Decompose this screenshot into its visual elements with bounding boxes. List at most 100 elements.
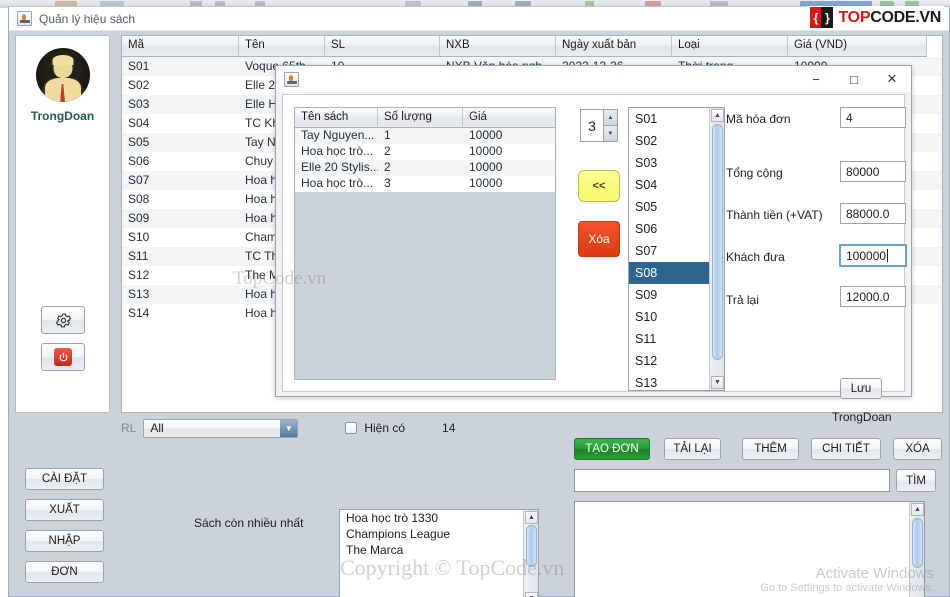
settings-button[interactable]	[41, 306, 85, 334]
cart-row[interactable]: Tay Nguyen... 1 10000	[295, 128, 555, 144]
cell-ma: S10	[128, 230, 150, 244]
scroll-up-icon[interactable]: ▲	[911, 503, 924, 516]
col-loai: Loại	[672, 36, 788, 57]
create-order-button[interactable]: TẠO ĐƠN	[574, 438, 650, 460]
most-books-scrollbar[interactable]: ▲ ▼	[523, 510, 538, 597]
detail-button[interactable]: CHI TIẾT	[811, 438, 881, 460]
reload-button[interactable]: TẢI LẠI	[664, 438, 721, 460]
screen: Quản lý hiệu sách TrongDoan Mã Tên SL NX…	[0, 0, 950, 597]
change-field[interactable]: 12000.0	[840, 286, 906, 307]
cell-ten-sach: Tay Nguyen...	[301, 128, 375, 142]
cell-gia: 10000	[469, 144, 503, 158]
col-nxb: NXB	[440, 36, 556, 57]
scroll-down-icon[interactable]: ▼	[711, 376, 724, 389]
search-button[interactable]: TÌM	[896, 469, 936, 492]
cell-ma: S09	[128, 211, 150, 225]
most-books-label: Sách còn nhiều nhất	[194, 516, 304, 530]
invoice-dialog-panel: Tên sách Số lượng Giá Tay Nguyen... 1 10…	[282, 94, 907, 424]
cell-ma: S01	[128, 59, 150, 73]
gear-icon	[55, 313, 71, 327]
most-books-list[interactable]: Hoa học trò 1330 Champions League The Ma…	[339, 509, 539, 597]
col-so-luong: Số lượng	[378, 108, 463, 128]
cart-table[interactable]: Tên sách Số lượng Giá Tay Nguyen... 1 10…	[294, 107, 556, 380]
cell-so-luong: 3	[384, 176, 391, 190]
col-ngay: Ngày xuất bản	[556, 36, 672, 57]
vat-total-field[interactable]: 88000.0	[840, 203, 906, 224]
invoice-code-field[interactable]: 4	[840, 107, 906, 128]
book-code-list[interactable]: S01 S02 S03 S04 S05 S06 S07 S08 S09 S10 …	[628, 107, 725, 391]
list-item: Hoa học trò 1330	[346, 511, 439, 525]
quantity-value: 3	[580, 109, 603, 142]
col-ma: Mã	[122, 36, 239, 57]
change-label: Trả lại	[726, 293, 759, 307]
cell-gia: 10000	[469, 128, 503, 142]
username-label: TrongDoan	[30, 109, 95, 123]
search-input[interactable]	[574, 469, 890, 492]
cart-row[interactable]: Hoa học trò... 2 10000	[295, 144, 555, 160]
triangle-down-icon[interactable]: ▼	[603, 125, 618, 142]
add-button[interactable]: THÊM	[742, 438, 799, 460]
scroll-down-icon[interactable]: ▼	[525, 592, 538, 597]
cell-gia: 10000	[469, 160, 503, 174]
close-icon[interactable]: ✕	[873, 66, 911, 92]
col-ten-sach: Tên sách	[295, 108, 378, 128]
cart-row[interactable]: Elle 20 Stylis... 2 10000	[295, 160, 555, 176]
cell-ma: S04	[128, 116, 150, 130]
cart-row[interactable]: Hoa học trò... 3 10000	[295, 176, 555, 192]
detail-scrollbar[interactable]: ▲ ▼	[909, 502, 924, 597]
cell-gia: 10000	[469, 176, 503, 190]
invoice-code-label: Mã hóa đơn	[726, 112, 791, 126]
book-code-list-scrollbar[interactable]: ▲ ▼	[709, 108, 724, 390]
invoice-dialog: − □ ✕ Tên sách Số lượng Giá Tay Nguyen..…	[275, 65, 912, 424]
invoice-dialog-body: Tên sách Số lượng Giá Tay Nguyen... 1 10…	[276, 92, 911, 424]
move-left-button[interactable]: <<	[578, 170, 620, 202]
logo-text-top: TOP	[838, 8, 871, 26]
cart-table-header: Tên sách Số lượng Giá	[295, 108, 555, 128]
cell-ma: S11	[128, 249, 149, 263]
total-field[interactable]: 80000	[840, 161, 906, 182]
import-button[interactable]: NHẬP	[25, 530, 104, 552]
row-count: 14	[442, 421, 456, 435]
books-table-header: Mã Tên SL NXB Ngày xuất bản Loại Giá (VN…	[122, 36, 942, 57]
cell-ma: S05	[128, 135, 150, 149]
export-button[interactable]: XUẤT	[25, 499, 104, 521]
customer-paid-field[interactable]: 100000	[839, 244, 907, 267]
quantity-stepper[interactable]: 3 ▲ ▼	[580, 109, 618, 142]
power-button[interactable]	[41, 343, 85, 371]
triangle-up-icon[interactable]: ▲	[603, 109, 618, 125]
col-gia: Giá (VND)	[788, 36, 927, 57]
cell-so-luong: 2	[384, 144, 391, 158]
topcode-logo-text: TOPCODE.VN	[838, 9, 941, 27]
cell-ma: S12	[128, 268, 150, 282]
col-ten: Tên	[239, 36, 325, 57]
chevron-down-icon: ▼	[280, 419, 298, 437]
scroll-up-icon[interactable]: ▲	[525, 511, 538, 524]
cell-ten-sach: Elle 20 Stylis...	[301, 160, 378, 174]
filter-row: RL All ▼ Hiện có 14	[121, 417, 943, 439]
brace-left-glyph: {	[810, 7, 822, 28]
main-window-title: Quản lý hiệu sách	[39, 11, 136, 26]
save-button[interactable]: Lưu	[840, 378, 882, 399]
col-sl: SL	[325, 36, 440, 57]
category-combo[interactable]: All ▼	[143, 418, 299, 438]
orders-button[interactable]: ĐƠN	[25, 561, 104, 583]
cell-ma: S03	[128, 97, 150, 111]
cell-ma: S06	[128, 154, 150, 168]
avatar	[35, 48, 90, 102]
customer-paid-value: 100000	[846, 248, 887, 263]
detail-textarea[interactable]: ▲ ▼	[574, 501, 925, 597]
delete-button[interactable]: XÓA	[893, 438, 942, 460]
minimize-icon[interactable]: −	[797, 66, 835, 92]
scroll-up-icon[interactable]: ▲	[711, 109, 724, 122]
cell-ma: S02	[128, 78, 150, 92]
maximize-icon[interactable]: □	[835, 66, 873, 92]
invoice-dialog-titlebar: − □ ✕	[276, 66, 911, 92]
remove-item-button[interactable]: Xóa	[578, 221, 620, 257]
cell-ma: S08	[128, 192, 150, 206]
available-checkbox[interactable]	[345, 422, 358, 434]
customer-paid-label: Khách đưa	[726, 250, 785, 264]
settings-action-button[interactable]: CÀI ĐẶT	[25, 468, 104, 490]
brace-right-glyph: }	[821, 7, 834, 28]
cell-ten-sach: Hoa học trò...	[301, 176, 374, 190]
rl-label: RL	[121, 421, 137, 435]
